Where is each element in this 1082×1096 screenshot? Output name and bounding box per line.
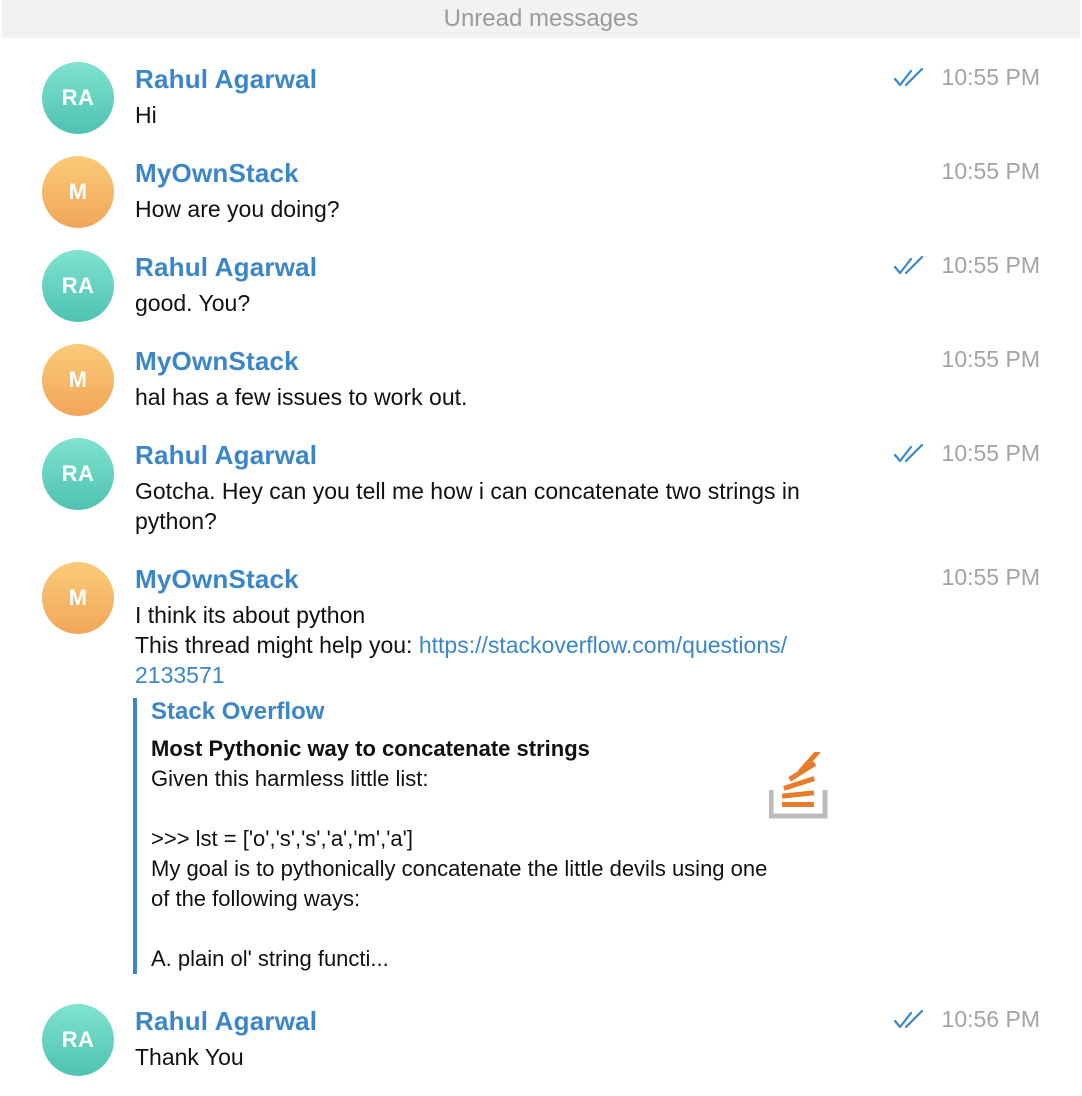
- avatar[interactable]: RA: [42, 62, 114, 134]
- double-check-icon: [894, 256, 924, 275]
- sender-name[interactable]: Rahul Agarwal: [135, 440, 317, 471]
- sender-name[interactable]: MyOwnStack: [135, 346, 299, 377]
- sender-name[interactable]: Rahul Agarwal: [135, 64, 317, 95]
- sender-name[interactable]: Rahul Agarwal: [135, 1006, 317, 1037]
- message-time: 10:55 PM: [941, 64, 1040, 90]
- sender-name[interactable]: Rahul Agarwal: [135, 252, 317, 283]
- message-text: Thank You: [135, 1044, 244, 1070]
- avatar[interactable]: RA: [42, 250, 114, 322]
- double-check-icon: [894, 444, 924, 463]
- thread-link-continued[interactable]: 2133571: [135, 660, 875, 690]
- sender-name[interactable]: MyOwnStack: [135, 158, 299, 189]
- message-text: good. You?: [135, 290, 251, 316]
- message-time: 10:55 PM: [941, 440, 1040, 466]
- sender-name[interactable]: MyOwnStack: [135, 564, 299, 595]
- preview-site-name[interactable]: Stack Overflow: [151, 698, 324, 726]
- double-check-icon: [894, 1010, 924, 1029]
- avatar[interactable]: RA: [42, 438, 114, 510]
- message-time: 10:55 PM: [941, 564, 1040, 590]
- message-time: 10:55 PM: [941, 158, 1040, 184]
- avatar[interactable]: M: [42, 562, 114, 634]
- avatar[interactable]: M: [42, 156, 114, 228]
- message-time: 10:55 PM: [941, 346, 1040, 372]
- avatar[interactable]: RA: [42, 1004, 114, 1076]
- stackoverflow-logo-icon[interactable]: [769, 752, 829, 822]
- message-text: Gotcha. Hey can you tell me how i can co…: [135, 478, 800, 534]
- avatar[interactable]: M: [42, 344, 114, 416]
- message-text: How are you doing?: [135, 196, 340, 222]
- chat-window: Unread messages RA Rahul Agarwal 10:55 P…: [0, 0, 1082, 1096]
- unread-messages-divider: Unread messages: [2, 0, 1080, 38]
- message-time: 10:56 PM: [941, 1006, 1040, 1032]
- message-text-link-prefix: This thread might help you:: [135, 632, 419, 658]
- message-text: I think its about python This thread mig…: [135, 600, 875, 690]
- preview-title[interactable]: Most Pythonic way to concatenate strings: [151, 736, 590, 762]
- link-preview[interactable]: Stack Overflow Most Pythonic way to conc…: [133, 698, 897, 974]
- double-check-icon: [894, 68, 924, 87]
- thread-link[interactable]: https://stackoverflow.com/questions/: [419, 632, 787, 658]
- message-time: 10:55 PM: [941, 252, 1040, 278]
- message-text: hal has a few issues to work out.: [135, 384, 468, 410]
- message-text: Hi: [135, 102, 157, 128]
